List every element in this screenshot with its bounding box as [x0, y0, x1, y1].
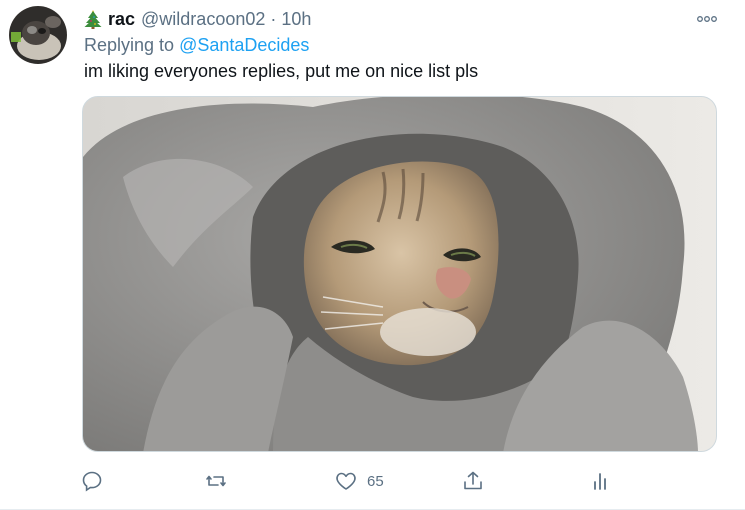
replying-to-label: Replying to: [84, 35, 175, 55]
retweet-icon: [206, 475, 226, 487]
like-count: 65: [367, 472, 384, 490]
avatar-image: [9, 6, 67, 64]
analytics-icon: [594, 473, 606, 490]
retweet-button[interactable]: [204, 466, 228, 496]
display-name[interactable]: rac: [108, 9, 135, 30]
tweet[interactable]: rac @wildracoon02 · 10h Replying to @San…: [0, 0, 745, 510]
cat-photo: [83, 97, 716, 451]
tweet-header: rac @wildracoon02 · 10h: [84, 8, 311, 30]
analytics-button[interactable]: [588, 466, 612, 496]
reply-button[interactable]: [80, 466, 104, 496]
separator-dot: ·: [270, 8, 277, 29]
tweet-media[interactable]: [82, 96, 717, 452]
share-button[interactable]: [461, 466, 485, 496]
tweet-actions: 65: [80, 466, 640, 496]
timestamp[interactable]: 10h: [281, 9, 311, 30]
replying-to-mention[interactable]: @SantaDecides: [179, 35, 309, 55]
reply-icon: [82, 471, 102, 492]
replying-to: Replying to @SantaDecides: [84, 35, 309, 56]
share-icon: [464, 471, 482, 490]
user-handle[interactable]: @wildracoon02: [141, 9, 265, 30]
like-button[interactable]: 65: [334, 466, 384, 496]
avatar[interactable]: [9, 6, 67, 64]
christmas-tree-icon: [84, 10, 102, 29]
more-icon[interactable]: [695, 10, 719, 28]
heart-icon: [336, 472, 356, 490]
tweet-text: im liking everyones replies, put me on n…: [84, 61, 479, 81]
